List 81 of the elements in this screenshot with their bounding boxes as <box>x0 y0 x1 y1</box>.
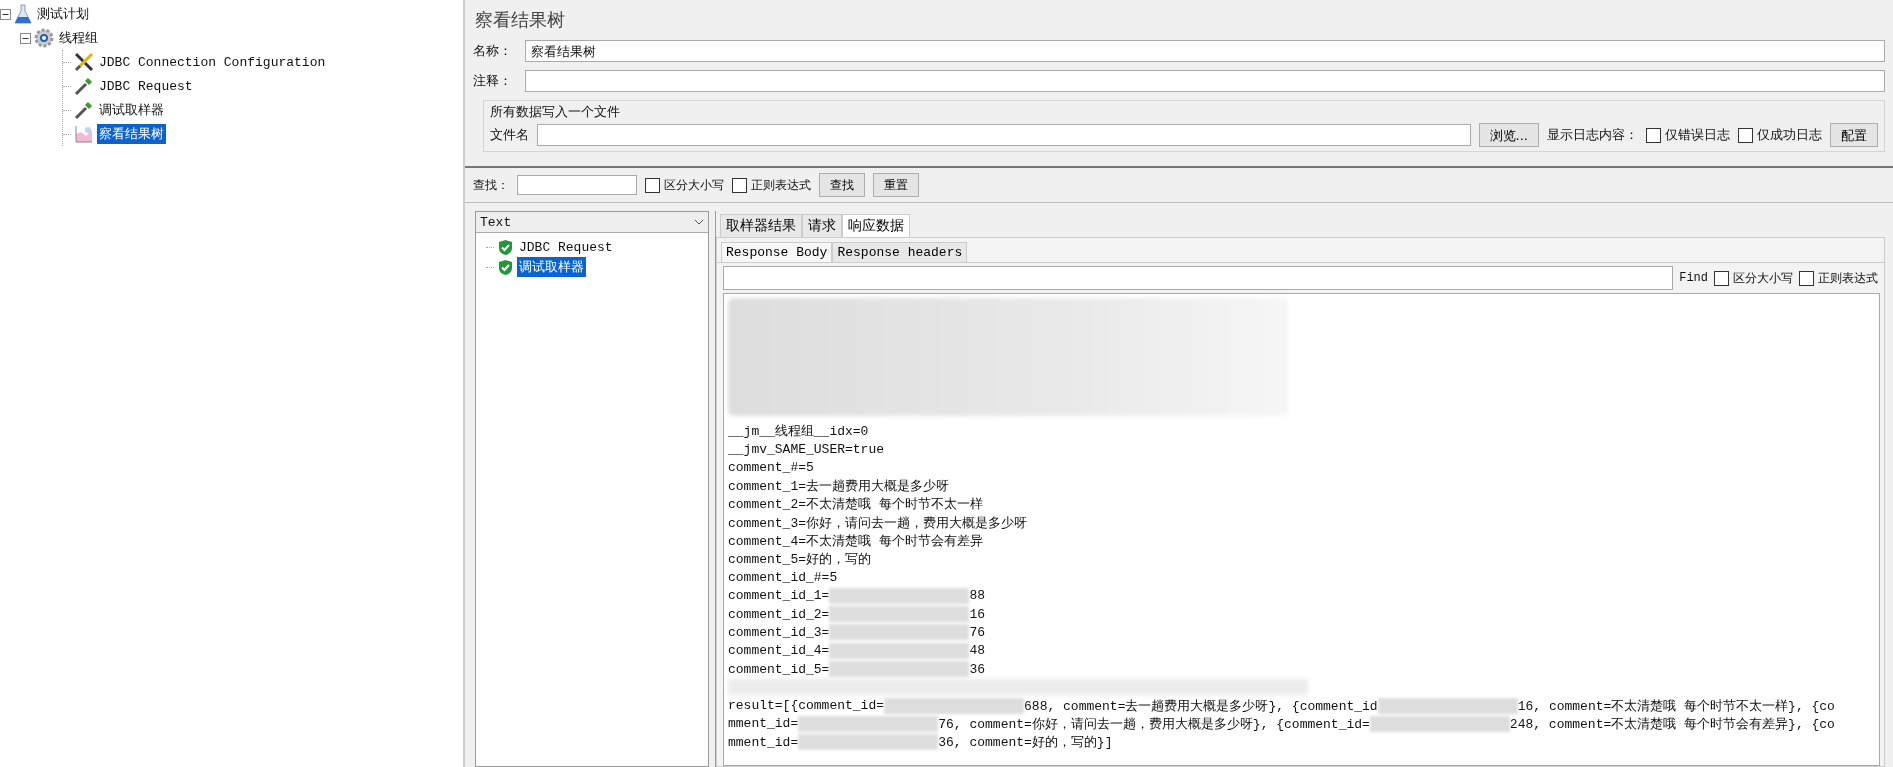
response-text: 88 <box>969 588 986 604</box>
name-field[interactable]: 察看结果树 <box>525 40 1885 62</box>
checkbox[interactable] <box>1646 127 1661 143</box>
find-field[interactable] <box>723 266 1674 290</box>
config-button[interactable]: 配置 <box>1830 123 1878 147</box>
tree-item[interactable]: 调试取样器 <box>97 100 166 120</box>
response-text: comment_3=你好，请问去一趟，费用大概是多少呀 <box>728 514 1027 532</box>
tab[interactable]: Response Body <box>721 242 833 262</box>
search-button[interactable]: 查找 <box>819 173 865 197</box>
group-title: 所有数据写入一个文件 <box>489 103 621 121</box>
tree-item[interactable]: JDBC Connection Configuration <box>97 53 328 71</box>
tree-item[interactable]: 线程组 <box>57 28 100 48</box>
collapse-icon[interactable] <box>0 8 11 20</box>
shield-check-icon <box>498 258 513 276</box>
response-text: comment_id_1= <box>728 588 830 604</box>
response-text: comment_1=去一趟费用大概是多少呀 <box>728 478 949 496</box>
result-item[interactable]: JDBC Request <box>517 238 615 256</box>
checkbox-label: 仅成功日志 <box>1757 126 1822 144</box>
search-field[interactable] <box>517 175 637 195</box>
tree-item[interactable]: JDBC Request <box>97 77 195 95</box>
response-text: comment_2=不太清楚哦 每个时节不太一样 <box>728 496 983 514</box>
browse-button[interactable]: 浏览... <box>1478 123 1539 147</box>
response-text: __jmv_SAME_USER=true <box>728 441 885 457</box>
checkbox[interactable] <box>1714 270 1729 286</box>
chart-icon <box>74 124 94 144</box>
filename-field[interactable] <box>537 124 1471 146</box>
response-text: 76, comment=你好，请问去一趟，费用大概是多少呀}, {comment_id= <box>938 715 1370 733</box>
response-text: 16 <box>969 606 986 622</box>
collapse-icon[interactable] <box>20 32 31 44</box>
wrench-icon <box>74 52 94 72</box>
response-text: result=[{comment_id= <box>728 698 885 714</box>
response-text: comment_#=5 <box>728 460 814 476</box>
checkbox[interactable] <box>645 177 660 193</box>
checkbox-label: 区分大小写 <box>664 176 724 194</box>
shield-check-icon <box>498 238 513 256</box>
pipette-icon <box>74 76 94 96</box>
response-text: 16, comment=不太清楚哦 每个时节不太一样}, {co <box>1517 697 1835 715</box>
field-label: 注释： <box>473 72 513 90</box>
checkbox-label: 正则表达式 <box>1818 269 1878 287</box>
response-text: 76 <box>969 624 986 640</box>
gear-icon <box>34 28 54 48</box>
response-text: comment_4=不太清楚哦 每个时节会有差异 <box>728 532 983 550</box>
find-label: Find <box>1679 271 1708 285</box>
checkbox-label: 仅错误日志 <box>1665 126 1730 144</box>
log-label: 显示日志内容： <box>1547 126 1638 144</box>
field-label: 名称： <box>473 42 513 60</box>
response-text: comment_id_2= <box>728 606 830 622</box>
field-label: 文件名 <box>490 126 529 144</box>
panel-title: 察看结果树 <box>474 8 566 32</box>
renderer-select[interactable]: Text <box>476 212 708 233</box>
tab[interactable]: 响应数据 <box>842 214 910 237</box>
response-text: 36, comment=好的，写的}] <box>938 734 1113 752</box>
response-text: mment_id= <box>728 716 799 732</box>
response-text: comment_id_5= <box>728 661 830 677</box>
response-text: 36 <box>969 661 986 677</box>
tab[interactable]: 取样器结果 <box>720 214 802 237</box>
checkbox-label: 正则表达式 <box>751 176 811 194</box>
tab[interactable]: 请求 <box>802 214 842 237</box>
response-text: 248, comment=不太清楚哦 每个时节会有差异}, {co <box>1509 715 1835 733</box>
checkbox[interactable] <box>1799 270 1814 286</box>
checkbox[interactable] <box>1738 127 1753 143</box>
search-button[interactable]: 重置 <box>873 173 919 197</box>
caret-icon <box>694 219 704 225</box>
checkbox-label: 区分大小写 <box>1733 269 1793 287</box>
tree-item[interactable]: 察看结果树 <box>97 124 166 144</box>
response-text: comment_5=好的，写的 <box>728 551 871 569</box>
flask-icon <box>14 4 32 24</box>
tree-item[interactable]: 测试计划 <box>35 4 91 24</box>
checkbox[interactable] <box>732 177 747 193</box>
tab[interactable]: Response headers <box>832 242 968 262</box>
response-text: __jm__线程组__idx=0 <box>728 423 869 441</box>
result-item[interactable]: 调试取样器 <box>517 257 586 277</box>
response-text: 688, comment=去一趟费用大概是多少呀}, {comment_id <box>1024 697 1378 715</box>
comment-field[interactable] <box>525 70 1885 92</box>
response-text: 48 <box>969 643 986 659</box>
response-text: comment_id_4= <box>728 643 830 659</box>
pipette-icon <box>74 100 94 120</box>
response-text: comment_id_3= <box>728 624 830 640</box>
response-text: comment_id_#=5 <box>728 570 838 585</box>
response-text: mment_id= <box>728 734 799 750</box>
search-label: 查找： <box>473 176 509 194</box>
